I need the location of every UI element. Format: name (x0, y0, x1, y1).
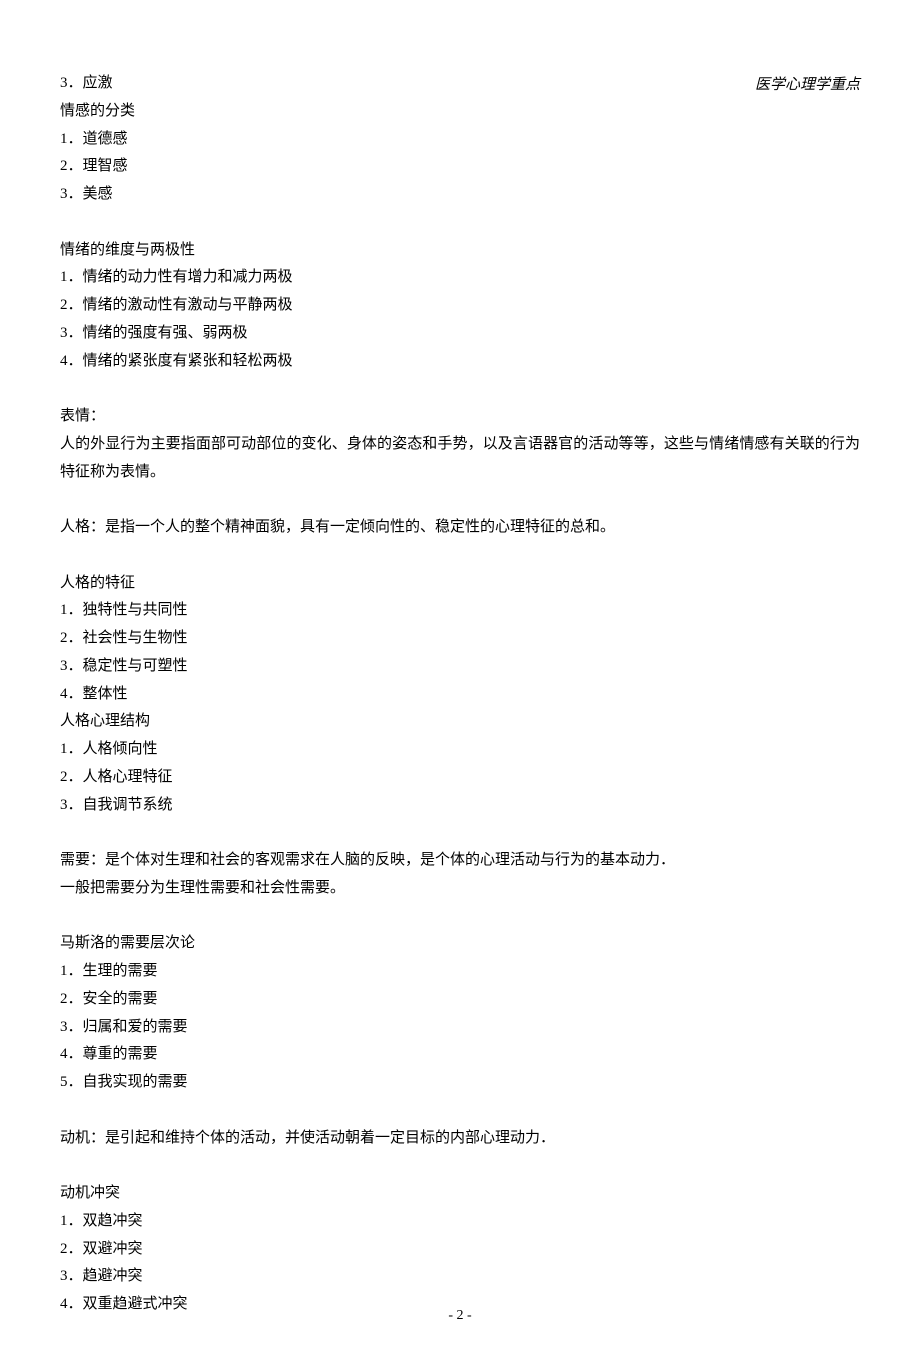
list-item: 3．自我调节系统 (60, 792, 860, 820)
list-item: 2．理智感 (60, 153, 860, 181)
list-item: 1．生理的需要 (60, 958, 860, 986)
section-title: 马斯洛的需要层次论 (60, 930, 860, 958)
list-item: 1．独特性与共同性 (60, 597, 860, 625)
section-title: 人格的特征 (60, 570, 860, 598)
list-item: 2．安全的需要 (60, 986, 860, 1014)
list-item: 4．尊重的需要 (60, 1041, 860, 1069)
list-item: 1．道德感 (60, 126, 860, 154)
list-item: 4．整体性 (60, 681, 860, 709)
list-item: 3．情绪的强度有强、弱两极 (60, 320, 860, 348)
list-item: 2．社会性与生物性 (60, 625, 860, 653)
text-line: 3．应激 (60, 70, 860, 98)
paragraph: 人的外显行为主要指面部可动部位的变化、身体的姿态和手势，以及言语器官的活动等等，… (60, 431, 860, 487)
list-item: 5．自我实现的需要 (60, 1069, 860, 1097)
list-item: 2．人格心理特征 (60, 764, 860, 792)
paragraph: 一般把需要分为生理性需要和社会性需要。 (60, 875, 860, 903)
list-item: 1．双趋冲突 (60, 1208, 860, 1236)
document-body: 3．应激 情感的分类 1．道德感 2．理智感 3．美感 情绪的维度与两极性 1．… (60, 70, 860, 1319)
section-title: 表情： (60, 403, 860, 431)
paragraph: 动机：是引起和维持个体的活动，并使活动朝着一定目标的内部心理动力． (60, 1125, 860, 1153)
list-item: 3．归属和爱的需要 (60, 1014, 860, 1042)
section-title: 人格心理结构 (60, 708, 860, 736)
list-item: 1．人格倾向性 (60, 736, 860, 764)
list-item: 3．美感 (60, 181, 860, 209)
page-number: - 2 - (0, 1303, 920, 1329)
section-title: 情绪的维度与两极性 (60, 237, 860, 265)
list-item: 2．情绪的激动性有激动与平静两极 (60, 292, 860, 320)
page-header: 医学心理学重点 (755, 72, 860, 100)
list-item: 1．情绪的动力性有增力和减力两极 (60, 264, 860, 292)
list-item: 3．趋避冲突 (60, 1263, 860, 1291)
list-item: 2．双避冲突 (60, 1236, 860, 1264)
list-item: 4．情绪的紧张度有紧张和轻松两极 (60, 348, 860, 376)
section-title: 情感的分类 (60, 98, 860, 126)
paragraph: 需要：是个体对生理和社会的客观需求在人脑的反映，是个体的心理活动与行为的基本动力… (60, 847, 860, 875)
list-item: 3．稳定性与可塑性 (60, 653, 860, 681)
section-title: 动机冲突 (60, 1180, 860, 1208)
paragraph: 人格：是指一个人的整个精神面貌，具有一定倾向性的、稳定性的心理特征的总和。 (60, 514, 860, 542)
